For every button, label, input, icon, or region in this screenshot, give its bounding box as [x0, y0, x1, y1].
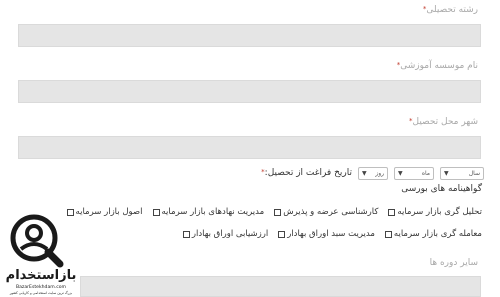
certificates-row-2: ارزشیابی اوراق بهادار مدیریت سبد اوراق ب…: [182, 229, 482, 239]
chevron-down-icon: ▼: [398, 169, 403, 177]
year-select[interactable]: سال ▼: [440, 166, 484, 180]
certificates-row-1: اصول بازار سرمایه مدیریت نهادهای بازار س…: [66, 207, 482, 217]
logo-brand-text: بازاستخدام: [6, 268, 77, 283]
checkbox[interactable]: [388, 208, 396, 216]
field-label-institution: نام موسسه آموزشی*: [396, 61, 478, 71]
major-input[interactable]: [18, 24, 481, 47]
logo-url-text: BazarEstekhdam.com: [16, 284, 67, 290]
certificate-option[interactable]: معامله گری بازار سرمایه: [384, 229, 482, 239]
certificates-title: گواهینامه های بورسی: [401, 184, 482, 194]
checkbox[interactable]: [274, 208, 282, 216]
day-select[interactable]: روز ▼: [358, 166, 388, 180]
certificate-option[interactable]: کارشناسی عرضه و پذیرش: [274, 207, 378, 217]
certificate-option[interactable]: مدیریت سبد اوراق بهادار: [278, 229, 375, 239]
chevron-down-icon: ▼: [444, 169, 449, 177]
institution-input[interactable]: [18, 80, 481, 103]
checkbox[interactable]: [384, 230, 392, 238]
other-courses-input[interactable]: [80, 276, 481, 297]
bazarestekhdam-logo: بازاستخدام BazarEstekhdam.com بزرگ ترین …: [6, 214, 77, 295]
month-select[interactable]: ماه ▼: [394, 166, 434, 180]
field-label-city: شهر محل تحصیل*: [409, 117, 478, 127]
checkbox[interactable]: [182, 230, 190, 238]
logo-tagline-text: بزرگ ترین سایت استخدامی و کاریابی کشور: [9, 290, 73, 295]
city-input[interactable]: [18, 136, 481, 159]
chevron-down-icon: ▼: [362, 169, 367, 177]
graduation-date-label: تاریخ فراغت از تحصیل:*: [261, 168, 352, 178]
graduation-date-row: تاریخ فراغت از تحصیل:* روز ▼ ماه ▼ سال ▼: [259, 165, 484, 181]
certificate-option[interactable]: مدیریت نهادهای بازار سرمایه: [152, 207, 264, 217]
checkbox[interactable]: [278, 230, 286, 238]
field-label-major: رشته تحصیلی*: [422, 5, 478, 15]
certificate-option[interactable]: تحلیل گری بازار سرمایه: [388, 207, 482, 217]
certificate-option[interactable]: ارزشیابی اوراق بهادار: [182, 229, 268, 239]
field-label-other-courses: سایر دوره ها: [429, 258, 478, 268]
checkbox[interactable]: [152, 208, 160, 216]
